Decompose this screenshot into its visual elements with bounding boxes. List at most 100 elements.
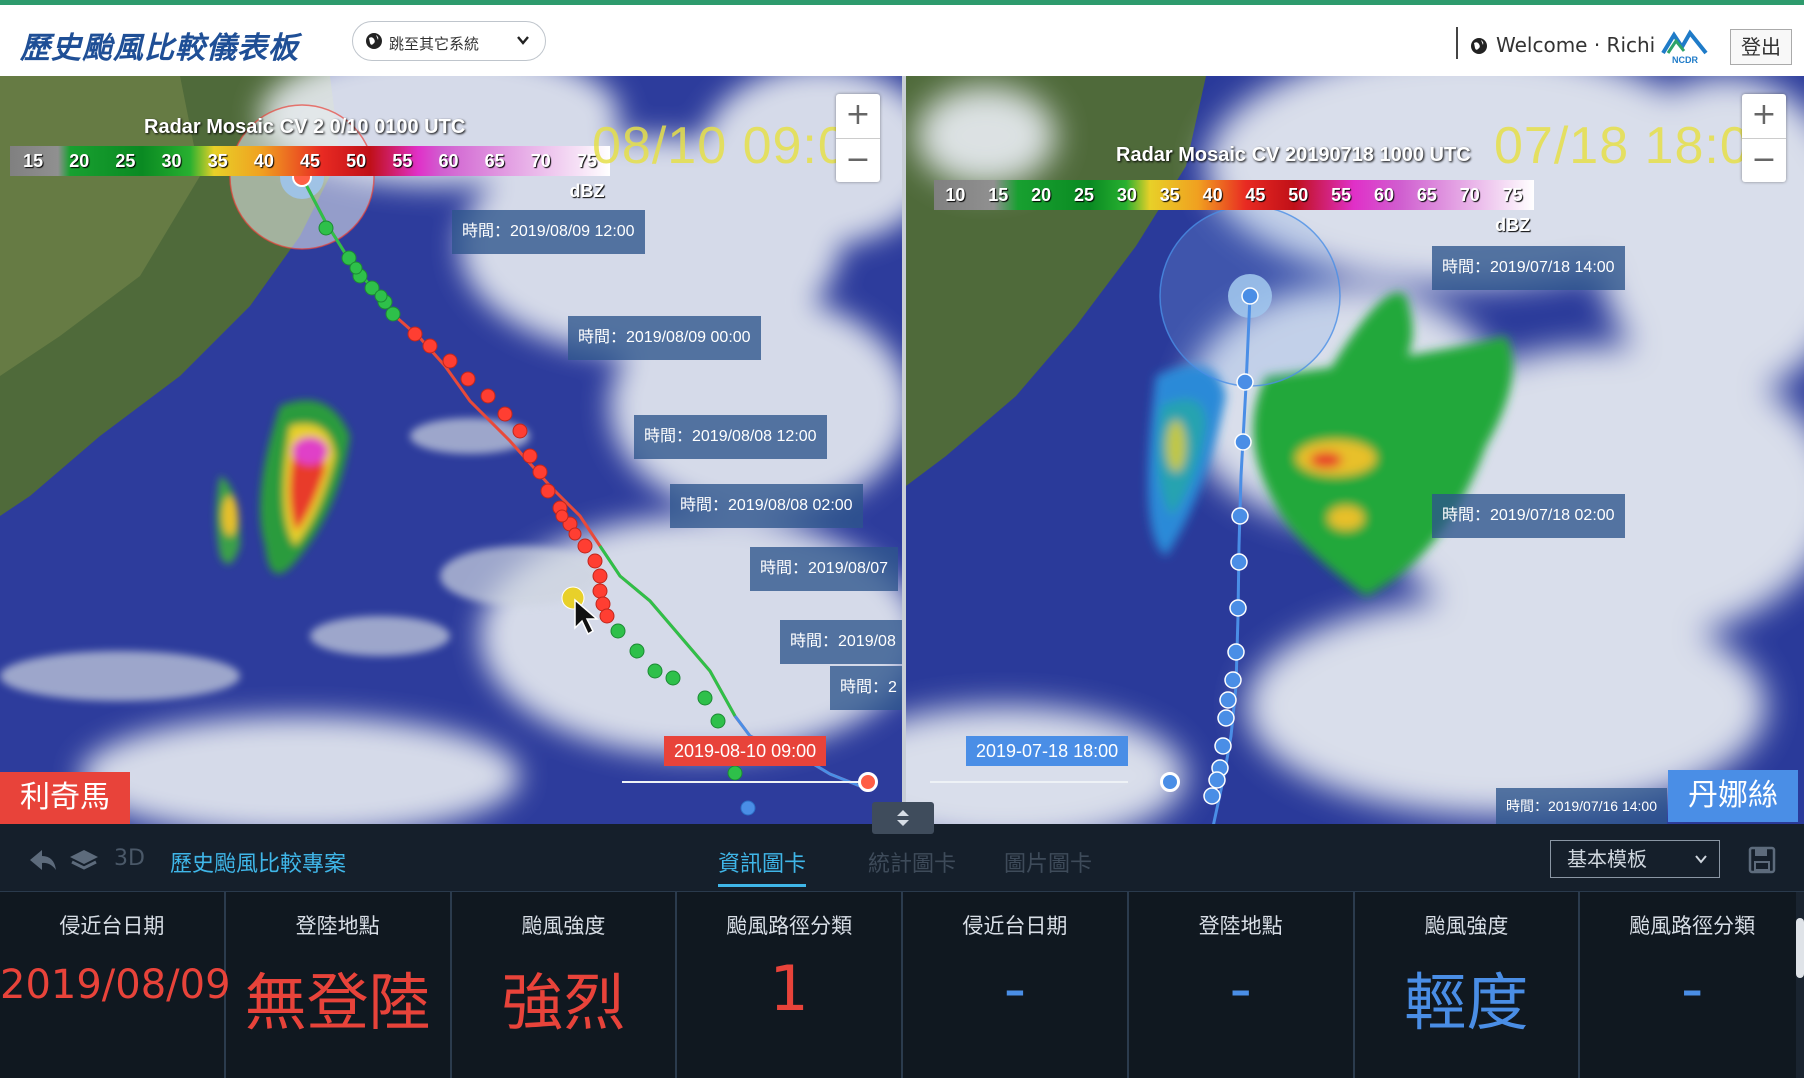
system-select-label: 跳至其它系統	[389, 35, 480, 53]
zoom-control-left: + −	[836, 94, 880, 182]
card-label: 侵近台日期	[962, 914, 1068, 938]
timeline-date-badge-left: 2019-08-10 09:00	[664, 736, 827, 766]
track-tooltip: 時間：2019/08/07	[750, 547, 899, 591]
card-label: 颱風強度	[1424, 914, 1509, 938]
dbz-legend-left: 15 20 25 30 35 40 45 50 55 60 65 70 75 d…	[10, 146, 610, 201]
bottom-toolbar: 3D 歷史颱風比較專案 資訊圖卡 統計圖卡 圖片圖卡 基本模板	[0, 824, 1804, 892]
info-card: 颱風路徑分類 1	[677, 892, 903, 1078]
legend-tick: 15	[988, 185, 1009, 205]
legend-tick: 45	[1245, 185, 1266, 205]
zoom-out-button[interactable]: −	[1742, 138, 1786, 182]
project-title: 歷史颱風比較專案	[170, 852, 347, 877]
card-label: 颱風強度	[521, 914, 606, 938]
big-time-right: 07/18 18:0	[1494, 117, 1750, 175]
tab-stat-cards[interactable]: 統計圖卡	[868, 846, 956, 878]
info-card: 颱風強度 強烈	[452, 892, 678, 1078]
card-value: 1	[769, 952, 809, 1025]
template-select-label: 基本模板	[1567, 847, 1647, 871]
card-value: 無登陸	[244, 966, 431, 1039]
logout-button[interactable]: 登出	[1730, 29, 1792, 65]
card-label: 颱風路徑分類	[726, 914, 853, 938]
map-panel-right[interactable]: Radar Mosaic CV 20190718 1000 UTC 10 15 …	[906, 76, 1804, 824]
legend-tick: 35	[207, 151, 228, 171]
welcome-text: Welcome · Richi	[1470, 33, 1655, 57]
big-time-left: 08/10 09:0	[592, 117, 848, 175]
track-tooltip: 時間：2019/07/16 14:00	[1496, 788, 1667, 824]
card-label: 登陸地點	[295, 914, 380, 938]
legend-tick: 50	[1288, 185, 1309, 205]
info-card: 登陸地點 無登陸	[226, 892, 452, 1078]
card-value: -	[1680, 952, 1704, 1025]
track-tooltip: 時間：2019/08/08 12:00	[634, 415, 827, 459]
track-tooltip: 時間：2019/08/09 12:00	[452, 210, 645, 254]
back-arrow-icon[interactable]	[28, 848, 58, 872]
map-panel-left[interactable]: Radar Mosaic CV 2 0/10 0100 UTC 15 20 25…	[0, 76, 902, 824]
card-value: -	[1229, 952, 1252, 1025]
legend-tick: 45	[300, 151, 321, 171]
dashboard-app: 歷史颱風比較儀表板 跳至其它系統 Welcome · Richi NCDR 登出	[0, 0, 1804, 1078]
info-card: 颱風路徑分類 -	[1580, 892, 1804, 1078]
card-value: 輕度	[1404, 966, 1529, 1039]
legend-tick: 65	[1416, 185, 1437, 205]
info-card: 颱風強度 輕度	[1355, 892, 1581, 1078]
legend-tick: 20	[1031, 185, 1052, 205]
legend-tick: 25	[115, 151, 136, 171]
timeline-slider-knob-right[interactable]	[1160, 772, 1180, 792]
legend-tick: 55	[392, 151, 413, 171]
track-tooltip: 時間：2019/08/08 02:00	[670, 484, 863, 528]
chevron-down-icon	[1695, 855, 1707, 864]
panel-collapse-button[interactable]	[872, 802, 934, 834]
info-card: 侵近台日期 2019/08/09	[0, 892, 231, 1078]
zoom-in-button[interactable]: +	[836, 94, 880, 138]
card-label: 登陸地點	[1198, 914, 1283, 938]
typhoon-name-right: 丹娜絲	[1668, 770, 1798, 822]
timeline-track-left	[622, 781, 868, 783]
card-value: 2019/08/09	[0, 962, 231, 1008]
welcome-label: Welcome · Richi	[1496, 33, 1656, 57]
legend-tick: 40	[253, 151, 274, 171]
track-tooltip: 時間：2019/08/09 00:00	[568, 316, 761, 360]
card-label: 颱風路徑分類	[1629, 914, 1756, 938]
tab-image-cards[interactable]: 圖片圖卡	[1004, 846, 1092, 878]
legend-tick: 15	[23, 151, 44, 171]
zoom-out-button[interactable]: −	[836, 138, 880, 182]
timeline-date-badge-right: 2019-07-18 18:00	[966, 736, 1129, 766]
legend-tick: 35	[1159, 185, 1180, 205]
globe-icon	[1471, 38, 1487, 54]
template-select[interactable]: 基本模板	[1550, 840, 1720, 878]
card-label: 侵近台日期	[59, 914, 165, 938]
legend-tick: 60	[438, 151, 459, 171]
zoom-in-button[interactable]: +	[1742, 94, 1786, 138]
ncdr-logo-text: NCDR	[1672, 55, 1698, 65]
system-select-dropdown[interactable]: 跳至其它系統	[352, 21, 546, 61]
card-value: -	[1003, 952, 1027, 1025]
card-value: 強烈	[501, 966, 626, 1039]
track-tooltip: 時間：2019/07/18 02:00	[1432, 494, 1625, 538]
3d-toggle[interactable]: 3D	[114, 846, 145, 871]
radar-title-right: Radar Mosaic CV 20190718 1000 UTC	[1116, 144, 1471, 166]
info-cards: 侵近台日期 2019/08/09 登陸地點 無登陸 颱風強度 強烈 颱風路徑分類…	[0, 892, 1804, 1078]
track-tooltip: 時間：2019/07/18 14:00	[1432, 246, 1625, 290]
header-divider	[1456, 27, 1458, 59]
timeline-slider-knob-left[interactable]	[858, 772, 878, 792]
header-bar: 歷史颱風比較儀表板 跳至其它系統 Welcome · Richi NCDR 登出	[0, 0, 1804, 76]
layers-icon[interactable]	[68, 848, 100, 872]
radar-title-left: Radar Mosaic CV 2 0/10 0100 UTC	[144, 116, 466, 138]
tab-info-cards[interactable]: 資訊圖卡	[718, 846, 807, 887]
info-card: 侵近台日期 -	[903, 892, 1129, 1078]
scrollbar-thumb[interactable]	[1796, 918, 1804, 978]
legend-tick: 20	[69, 151, 90, 171]
save-icon[interactable]	[1748, 846, 1776, 874]
timeline-track-right	[930, 781, 1128, 783]
legend-tick: 40	[1202, 185, 1223, 205]
cards-scrollbar[interactable]	[1796, 892, 1804, 1078]
page-title: 歷史颱風比較儀表板	[20, 31, 299, 66]
legend-tick: 75 dBZ	[1495, 185, 1531, 235]
legend-tick: 30	[1116, 185, 1137, 205]
legend-tick: 60	[1374, 185, 1395, 205]
legend-tick: 30	[161, 151, 182, 171]
typhoon-name-left: 利奇馬	[0, 772, 130, 824]
legend-tick: 10	[945, 185, 966, 205]
globe-icon	[366, 33, 382, 49]
legend-tick: 70	[1459, 185, 1480, 205]
